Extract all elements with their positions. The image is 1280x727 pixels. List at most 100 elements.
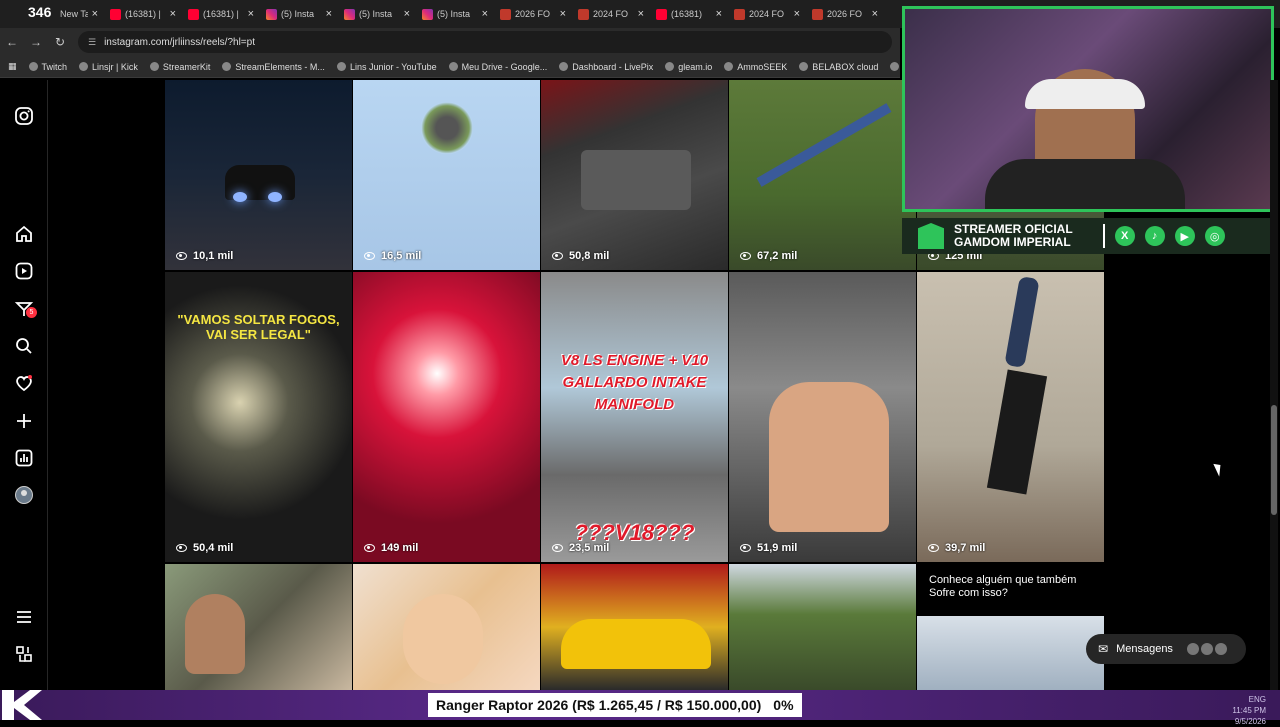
- reel-tile[interactable]: 149 mil: [353, 272, 540, 562]
- close-tab-icon[interactable]: ×: [794, 8, 800, 20]
- tab-title: (16381): [671, 9, 703, 19]
- browser-tab[interactable]: 2024 FO ×: [572, 0, 650, 28]
- bookmark-item[interactable]: Meu Drive - Google...: [448, 62, 547, 72]
- bookmarks-bar: ▦ Twitch Linsjr | Kick StreamerKit StreamEl…: [0, 56, 900, 78]
- browser-tab[interactable]: 2024 FO ×: [728, 0, 806, 28]
- bookmark-label: Twitch: [41, 61, 68, 72]
- close-tab-icon[interactable]: ×: [872, 8, 878, 20]
- search-icon[interactable]: [14, 336, 34, 356]
- browser-tab[interactable]: New Tab ×: [0, 0, 104, 28]
- youtube-favicon: [188, 8, 199, 20]
- reel-caption: Conhece alguém que também Sofre com isso…: [929, 574, 1077, 599]
- bookmark-label: Linsjr | Kick: [92, 61, 138, 72]
- browser-tab[interactable]: 2026 FO ×: [806, 0, 884, 28]
- threads-icon[interactable]: [14, 644, 34, 664]
- reel-tile[interactable]: Conhece alguém que também Sofre com isso…: [917, 564, 1104, 690]
- apps-icon[interactable]: ▦: [8, 61, 17, 72]
- browser-tab[interactable]: 2026 FO ×: [494, 0, 572, 28]
- close-tab-icon[interactable]: ×: [248, 8, 254, 20]
- browser-tab[interactable]: (5) Insta ×: [416, 0, 494, 28]
- reel-tile[interactable]: [729, 564, 916, 690]
- views-icon: [740, 252, 751, 260]
- avatar: [1200, 643, 1213, 655]
- views-icon: [364, 252, 375, 260]
- notifications-icon[interactable]: [14, 373, 34, 393]
- profile-icon[interactable]: [14, 485, 34, 505]
- reel-tile[interactable]: [353, 564, 540, 690]
- instagram-favicon: [344, 8, 355, 20]
- messages-button[interactable]: ✉ Mensagens: [1086, 634, 1246, 664]
- browser-tab[interactable]: (16381) | ×: [182, 0, 260, 28]
- reel-tile[interactable]: 16,5 mil: [353, 80, 540, 270]
- reload-icon[interactable]: ↻: [48, 35, 72, 49]
- reel-tile[interactable]: V8 LS ENGINE + V10 GALLARDO INTAKE MANIF…: [541, 272, 728, 562]
- view-count: 23,5 mil: [552, 542, 609, 554]
- message-avatars: [1186, 643, 1227, 655]
- avatar: [1186, 643, 1199, 655]
- instagram-favicon: [266, 8, 277, 20]
- close-tab-icon[interactable]: ×: [92, 8, 98, 20]
- instagram-icon[interactable]: [14, 106, 34, 126]
- messages-label: Mensagens: [1116, 643, 1173, 655]
- reel-tile[interactable]: [165, 564, 352, 690]
- reels-icon[interactable]: [14, 261, 34, 281]
- page-scrollbar[interactable]: [1270, 80, 1278, 690]
- home-icon[interactable]: [14, 224, 34, 244]
- views-icon: [176, 252, 187, 260]
- views-icon: [364, 544, 375, 552]
- close-tab-icon[interactable]: ×: [170, 8, 176, 20]
- scrollbar-thumb[interactable]: [1271, 405, 1277, 515]
- ammo-favicon: [578, 8, 589, 20]
- bookmark-item[interactable]: StreamElements - M...: [222, 62, 325, 72]
- tab-title: 2024 FO: [749, 9, 785, 19]
- browser-tab[interactable]: (16381) ×: [650, 0, 728, 28]
- url-input[interactable]: ☰ instagram.com/jrliinss/reels/?hl=pt: [78, 31, 892, 53]
- bookmark-favicon: [79, 62, 89, 71]
- close-tab-icon[interactable]: ×: [716, 8, 722, 20]
- avatar: [1214, 643, 1227, 655]
- close-tab-icon[interactable]: ×: [638, 8, 644, 20]
- bookmark-item[interactable]: Nightbot - Comm: [890, 62, 900, 72]
- address-bar-row: ← → ↻ ☰ instagram.com/jrliinss/reels/?hl…: [0, 28, 900, 56]
- tab-title: (5) Insta: [437, 9, 471, 19]
- site-info-icon[interactable]: ☰: [88, 37, 96, 48]
- reel-tile[interactable]: 51,9 mil: [729, 272, 916, 562]
- bookmark-item[interactable]: BELABOX cloud: [799, 62, 878, 72]
- bookmark-label: gleam.io: [678, 61, 713, 72]
- bookmark-item[interactable]: Dashboard - LivePix: [559, 62, 653, 72]
- view-count: 16,5 mil: [364, 250, 421, 262]
- goal-label: Ranger Raptor 2026 (R$ 1.265,45 / R$ 150…: [436, 697, 762, 713]
- bookmark-item[interactable]: gleam.io: [665, 62, 712, 72]
- view-count: 51,9 mil: [740, 542, 797, 554]
- more-icon[interactable]: [14, 607, 34, 627]
- reel-tile[interactable]: 10,1 mil: [165, 80, 352, 270]
- reel-tile[interactable]: 67,2 mil: [729, 80, 916, 270]
- bookmark-item[interactable]: Linsjr | Kick: [79, 62, 138, 72]
- bookmark-item[interactable]: AmmoSEEK: [724, 62, 787, 72]
- insights-icon[interactable]: [14, 448, 34, 468]
- views-icon: [552, 544, 563, 552]
- forward-icon[interactable]: →: [24, 35, 48, 49]
- ammo-favicon: [734, 8, 745, 20]
- bookmark-item[interactable]: StreamerKit: [149, 62, 210, 72]
- reel-tile[interactable]: "VAMOS SOLTAR FOGOS, VAI SER LEGAL" 50,4…: [165, 272, 352, 562]
- bookmark-item[interactable]: Twitch: [28, 61, 68, 72]
- browser-tab[interactable]: (5) Insta ×: [338, 0, 416, 28]
- reel-tile[interactable]: 50,8 mil: [541, 80, 728, 270]
- create-icon[interactable]: [14, 411, 34, 431]
- browser-tab[interactable]: (16381) | ×: [104, 0, 182, 28]
- reel-tile[interactable]: [541, 564, 728, 690]
- close-tab-icon[interactable]: ×: [560, 8, 566, 20]
- back-icon[interactable]: ←: [0, 35, 24, 49]
- views-icon: [740, 544, 751, 552]
- bookmark-item[interactable]: Lins Junior - YouTube: [336, 62, 437, 72]
- banner-divider: [1102, 224, 1105, 248]
- browser-tab[interactable]: (5) Insta ×: [260, 0, 338, 28]
- reel-tile[interactable]: 39,7 mil: [917, 272, 1104, 562]
- system-tray: ENG 11:45 PM 9/5/2026: [1232, 694, 1266, 727]
- close-tab-icon[interactable]: ×: [326, 8, 332, 20]
- close-tab-icon[interactable]: ×: [404, 8, 410, 20]
- messages-icon: ✉: [1098, 642, 1109, 656]
- view-count: 149 mil: [364, 542, 418, 554]
- close-tab-icon[interactable]: ×: [482, 8, 488, 20]
